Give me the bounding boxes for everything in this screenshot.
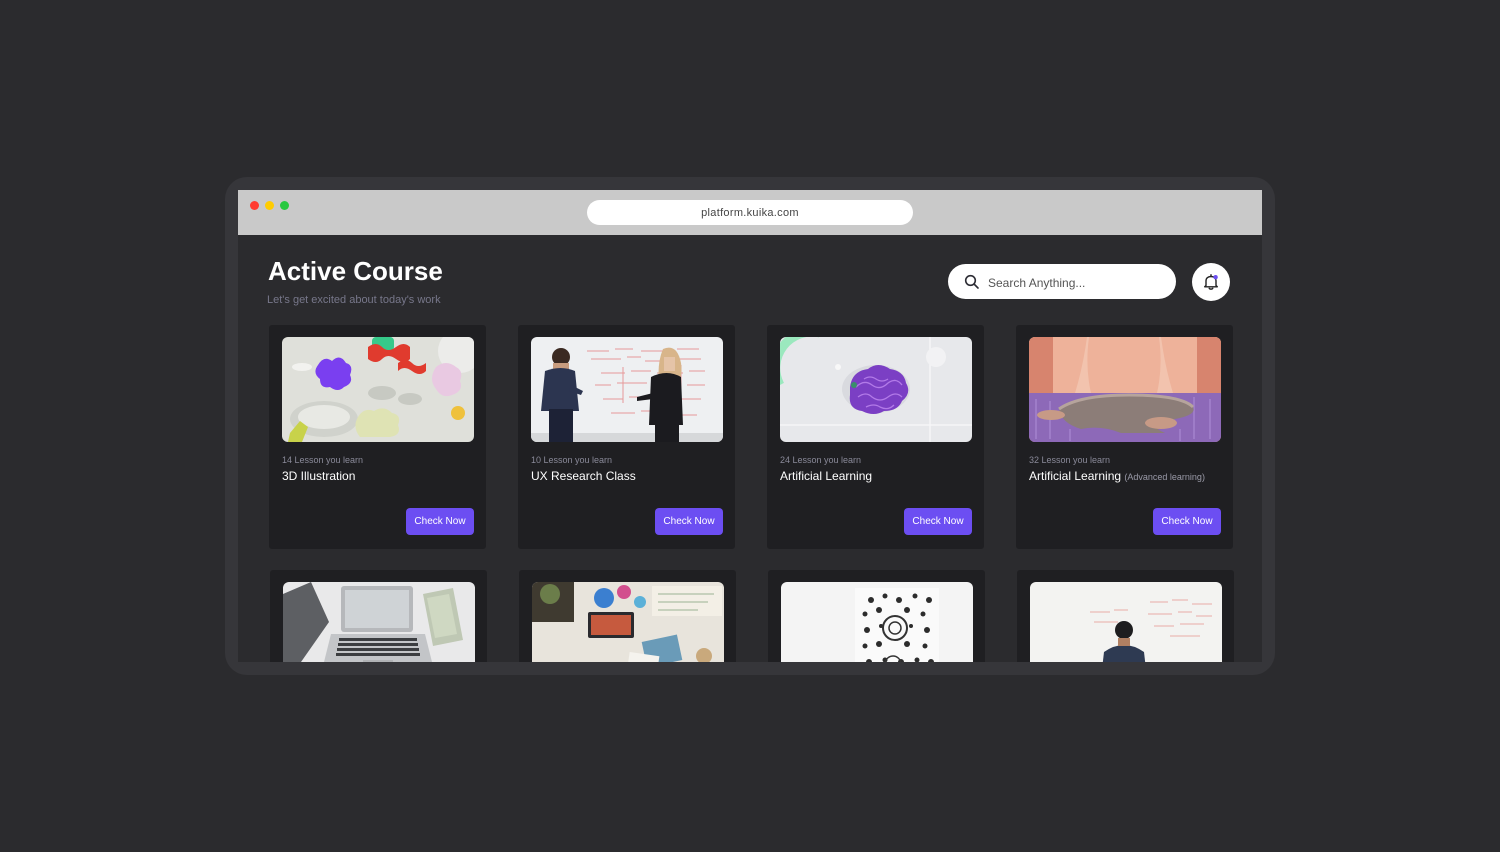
course-title: Artificial Learning (Advanced learning) [1029,469,1205,483]
course-card[interactable] [768,570,985,662]
maximize-window-button[interactable] [280,201,289,210]
whiteboard-man-image [1030,582,1222,662]
address-bar[interactable]: platform.kuika.com [587,200,913,225]
design-desk-image [532,582,724,662]
bell-icon [1204,274,1218,290]
search-icon [964,274,979,289]
course-card[interactable]: 14 Lesson you learn 3D Illustration Chec… [269,325,486,549]
3d-shapes-image [282,337,474,442]
close-window-button[interactable] [250,201,259,210]
course-title: UX Research Class [531,469,636,483]
browser-window: platform.kuika.com Active Course Let's g… [238,190,1262,662]
ai-brain-image [780,337,972,442]
search-input[interactable] [986,272,1170,293]
course-note: (Advanced learning) [1124,472,1205,482]
whiteboard-meeting-image [531,337,723,442]
check-now-button[interactable]: Check Now [406,508,474,535]
pattern-art-image [781,582,973,662]
course-card[interactable]: 32 Lesson you learn Artificial Learning … [1016,325,1233,549]
search-box[interactable] [948,264,1176,299]
course-card[interactable]: 24 Lesson you learn Artificial Learning … [767,325,984,549]
course-card[interactable]: 10 Lesson you learn UX Research Class Ch… [518,325,735,549]
lesson-count: 32 Lesson you learn [1029,455,1111,465]
course-card[interactable] [519,570,736,662]
browser-toolbar: platform.kuika.com [238,190,1262,235]
course-title: 3D Illustration [282,469,356,483]
lesson-count: 10 Lesson you learn [531,455,613,465]
purple-room-image [1029,337,1221,442]
check-now-button[interactable]: Check Now [655,508,723,535]
lesson-count: 24 Lesson you learn [780,455,862,465]
course-card[interactable] [270,570,487,662]
lesson-count: 14 Lesson you learn [282,455,364,465]
page-subtitle: Let's get excited about today's work [267,294,441,306]
course-card[interactable] [1017,570,1234,662]
check-now-button[interactable]: Check Now [904,508,972,535]
course-title: Artificial Learning [780,469,873,483]
check-now-button[interactable]: Check Now [1153,508,1221,535]
laptop-desk-image [283,582,475,662]
notifications-button[interactable] [1192,263,1230,301]
page-title: Active Course [268,256,443,286]
minimize-window-button[interactable] [265,201,274,210]
